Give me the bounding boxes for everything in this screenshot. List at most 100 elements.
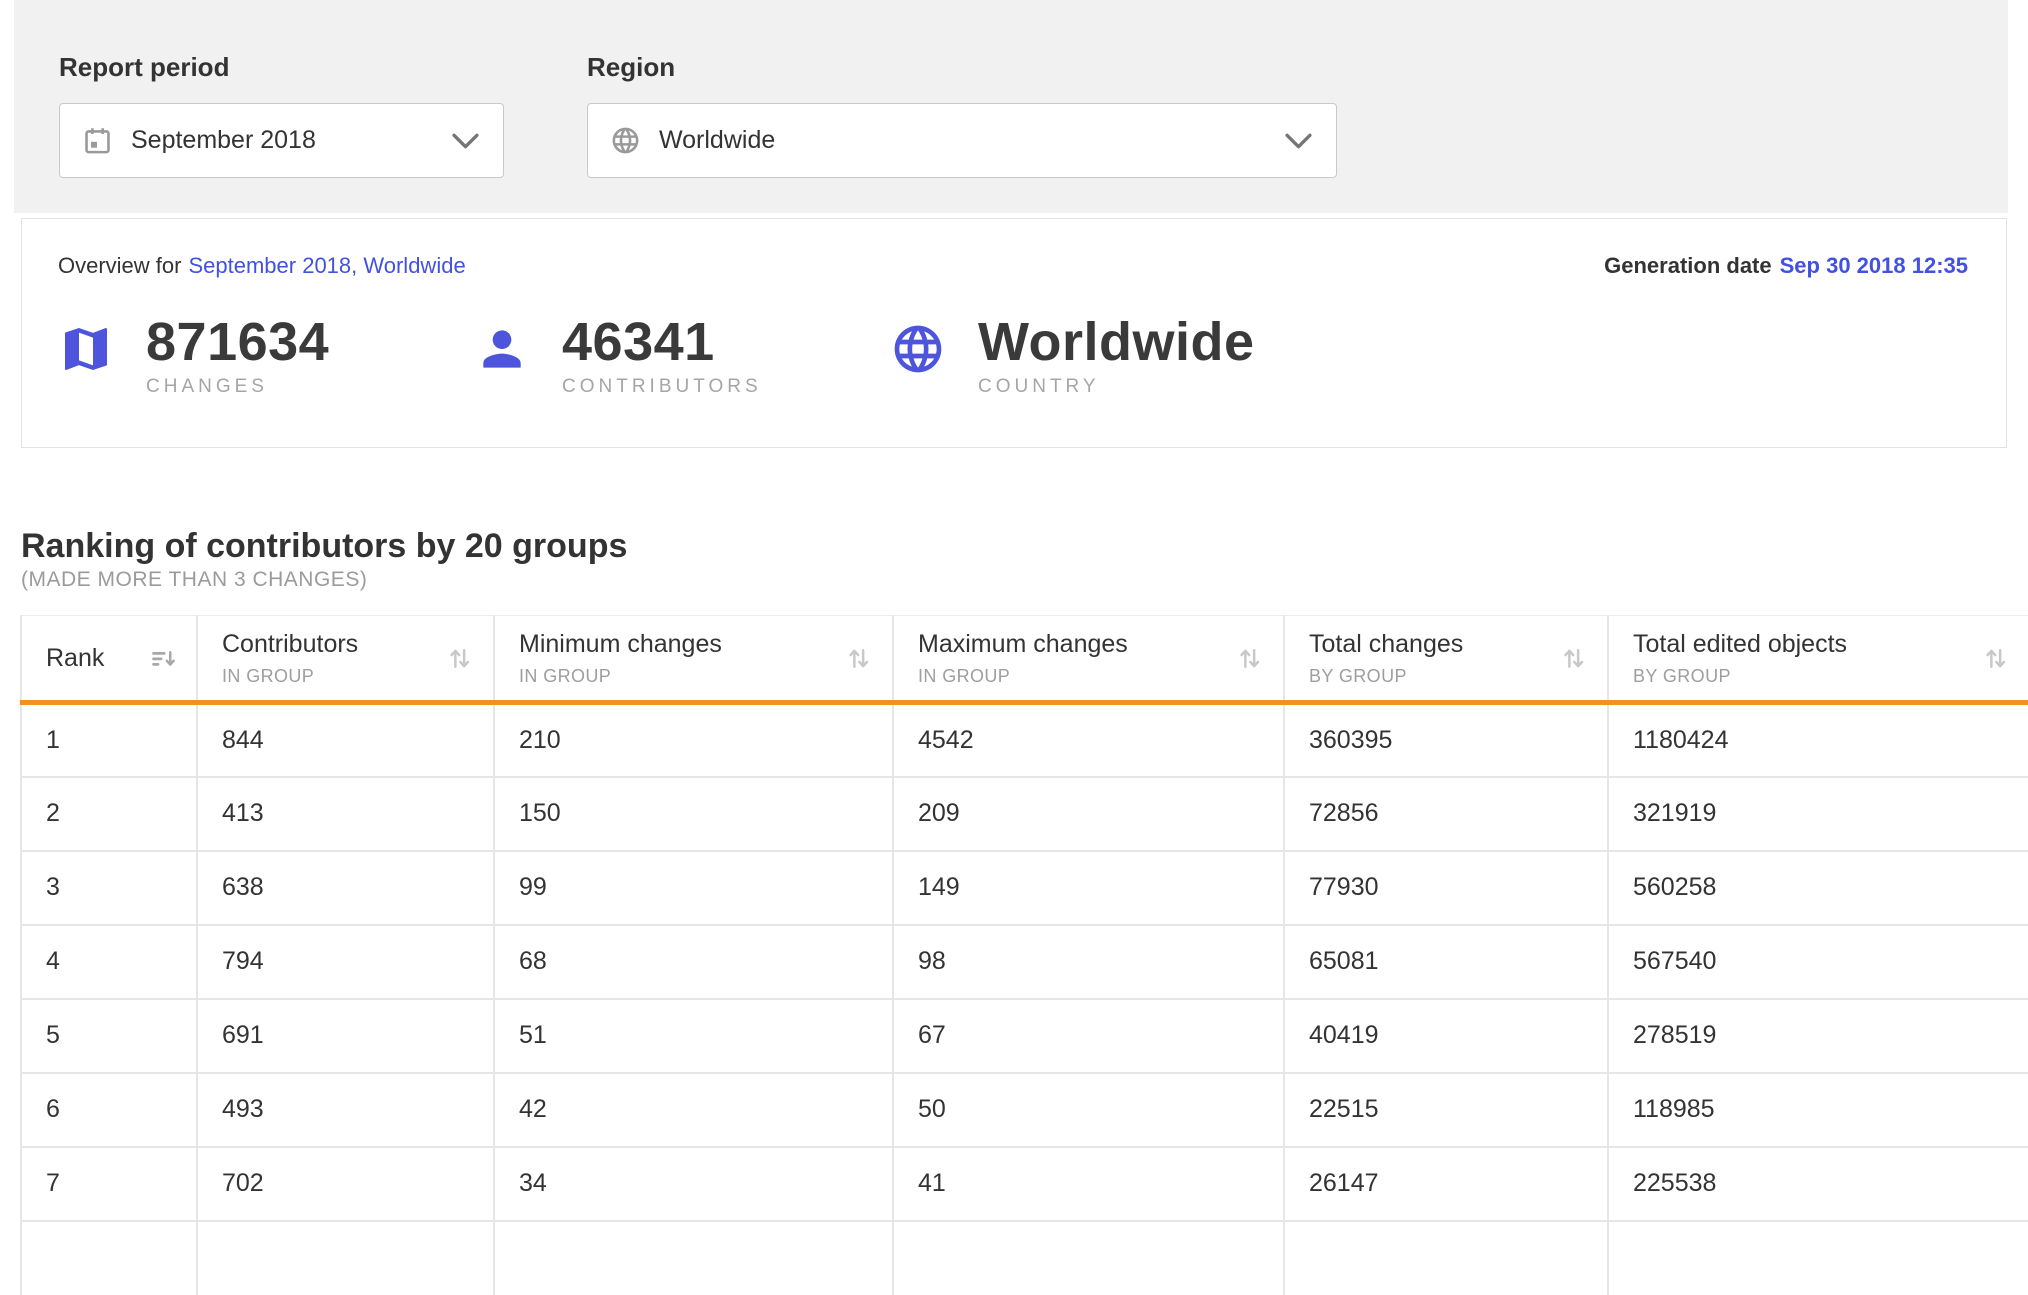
overview-period-link[interactable]: September 2018, Worldwide: [188, 253, 465, 278]
ranking-table: RankContributorsIN GROUPMinimum changesI…: [20, 615, 2028, 1295]
column-sublabel: IN GROUP: [918, 666, 1128, 687]
filter-band: Report period September 2018 Region Worl…: [14, 0, 2008, 213]
stat-label: COUNTRY: [978, 376, 1255, 398]
cell-minimum-changes: 34: [494, 1147, 893, 1221]
cell-rank: 5: [21, 999, 197, 1073]
cell-contributors: [197, 1221, 494, 1295]
column-label: Contributors: [222, 630, 358, 659]
stat-label: CHANGES: [146, 376, 329, 398]
region-filter: Region Worldwide: [587, 52, 1337, 213]
column-header-total-changes[interactable]: Total changes BY GROUP: [1284, 616, 1608, 703]
cell-contributors: 702: [197, 1147, 494, 1221]
report-period-value: September 2018: [131, 126, 452, 155]
generation-date: Generation date Sep 30 2018 12:35: [1604, 253, 1968, 279]
chevron-down-icon: [452, 133, 479, 149]
map-icon: [58, 321, 114, 377]
cell-maximum-changes: 149: [893, 851, 1284, 925]
ranking-subtitle: (MADE MORE THAN 3 CHANGES): [21, 568, 2028, 592]
table-row: 7702344126147225538: [21, 1147, 2028, 1221]
column-sublabel: IN GROUP: [222, 666, 358, 687]
cell-minimum-changes: 51: [494, 999, 893, 1073]
overview-stats: 871634 CHANGES 46341 CONTRIBUTORS Worldwide C…: [58, 315, 1968, 398]
cell-minimum-changes: 210: [494, 703, 893, 777]
report-period-select[interactable]: September 2018: [59, 103, 504, 178]
cell-contributors: 638: [197, 851, 494, 925]
stat-value: 871634: [146, 315, 329, 370]
cell-total-changes: 40419: [1284, 999, 1608, 1073]
region-value: Worldwide: [659, 126, 1285, 155]
overview-card: Overview for September 2018, Worldwide Ge…: [21, 218, 2007, 448]
table-row: 4794689865081567540: [21, 925, 2028, 999]
column-header-contributors[interactable]: Contributors IN GROUP: [197, 616, 494, 703]
column-header-rank[interactable]: Rank: [21, 616, 197, 703]
cell-maximum-changes: [893, 1221, 1284, 1295]
cell-rank: 7: [21, 1147, 197, 1221]
table-row: 36389914977930560258: [21, 851, 2028, 925]
cell-minimum-changes: 99: [494, 851, 893, 925]
stat-country: Worldwide COUNTRY: [890, 315, 1306, 398]
cell-total-edited-objects: 321919: [1608, 777, 2028, 851]
table-header-row: RankContributorsIN GROUPMinimum changesI…: [21, 616, 2028, 703]
cell-total-changes: 360395: [1284, 703, 1608, 777]
cell-rank: 4: [21, 925, 197, 999]
column-label: Minimum changes: [519, 630, 722, 659]
cell-total-changes: 77930: [1284, 851, 1608, 925]
sort-arrows-icon: [1234, 643, 1265, 674]
cell-total-edited-objects: [1608, 1221, 2028, 1295]
sort-arrows-icon: [843, 643, 874, 674]
cell-total-changes: 65081: [1284, 925, 1608, 999]
cell-maximum-changes: 50: [893, 1073, 1284, 1147]
cell-rank: 6: [21, 1073, 197, 1147]
cell-maximum-changes: 209: [893, 777, 1284, 851]
cell-contributors: 844: [197, 703, 494, 777]
column-label: Rank: [46, 644, 104, 673]
column-header-maximum-changes[interactable]: Maximum changesIN GROUP: [893, 616, 1284, 703]
stat-value: Worldwide: [978, 315, 1255, 370]
ranking-title: Ranking of contributors by 20 groups: [21, 526, 2028, 566]
table-row: 184421045423603951180424: [21, 703, 2028, 777]
cell-minimum-changes: 42: [494, 1073, 893, 1147]
sort-arrows-icon: [444, 643, 475, 674]
column-header-minimum-changes[interactable]: Minimum changesIN GROUP: [494, 616, 893, 703]
stat-value: 46341: [562, 315, 762, 370]
sort-active-icon: [147, 643, 178, 674]
cell-maximum-changes: 4542: [893, 703, 1284, 777]
cell-total-edited-objects: 560258: [1608, 851, 2028, 925]
cell-maximum-changes: 67: [893, 999, 1284, 1073]
cell-rank: [21, 1221, 197, 1295]
overview-title: Overview for September 2018, Worldwide: [58, 253, 466, 279]
person-icon: [474, 321, 530, 377]
cell-maximum-changes: 41: [893, 1147, 1284, 1221]
cell-total-edited-objects: 278519: [1608, 999, 2028, 1073]
globe-icon: [890, 321, 946, 377]
cell-total-edited-objects: 567540: [1608, 925, 2028, 999]
cell-total-edited-objects: 118985: [1608, 1073, 2028, 1147]
generation-date-value: Sep 30 2018 12:35: [1780, 253, 1968, 278]
cell-total-edited-objects: 1180424: [1608, 703, 2028, 777]
column-header-total-edited-objects[interactable]: Total edited objectsBY GROUP: [1608, 616, 2028, 703]
cell-minimum-changes: 68: [494, 925, 893, 999]
cell-rank: 3: [21, 851, 197, 925]
sort-arrows-icon: [1980, 643, 2011, 674]
table-row: 5691516740419278519: [21, 999, 2028, 1073]
cell-total-edited-objects: 225538: [1608, 1147, 2028, 1221]
sort-arrows-icon: [1558, 643, 1589, 674]
cell-contributors: 794: [197, 925, 494, 999]
cell-total-changes: 72856: [1284, 777, 1608, 851]
cell-maximum-changes: 98: [893, 925, 1284, 999]
column-sublabel: BY GROUP: [1309, 666, 1463, 687]
cell-minimum-changes: 150: [494, 777, 893, 851]
region-label: Region: [587, 52, 1337, 83]
cell-minimum-changes: [494, 1221, 893, 1295]
column-label: Total edited objects: [1633, 630, 1847, 659]
cell-total-changes: [1284, 1221, 1608, 1295]
cell-total-changes: 26147: [1284, 1147, 1608, 1221]
region-select[interactable]: Worldwide: [587, 103, 1337, 178]
generation-date-label: Generation date: [1604, 253, 1771, 278]
table-row: 6493425022515118985: [21, 1073, 2028, 1147]
overview-prefix: Overview for: [58, 253, 181, 278]
cell-rank: 2: [21, 777, 197, 851]
column-label: Total changes: [1309, 630, 1463, 659]
report-period-label: Report period: [59, 52, 504, 83]
stat-label: CONTRIBUTORS: [562, 376, 762, 398]
